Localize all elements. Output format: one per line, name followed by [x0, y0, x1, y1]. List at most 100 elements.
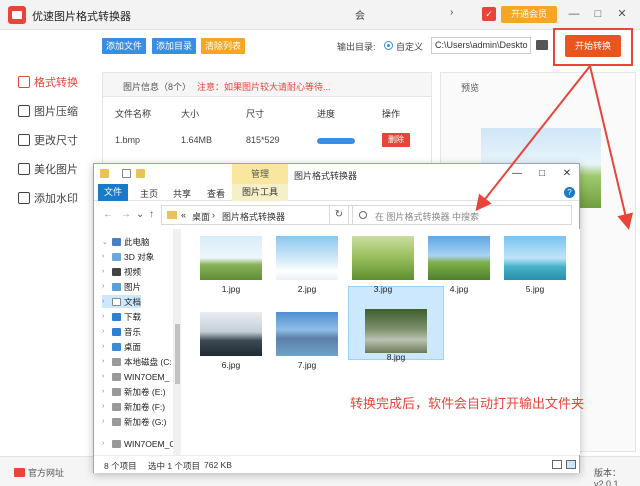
tree-item-this-pc[interactable]: ⌄ 此电脑	[102, 235, 150, 248]
clear-list-button[interactable]: 清除列表	[201, 38, 246, 54]
column-header: 操作	[382, 109, 401, 119]
tab-view[interactable]: 查看	[207, 187, 225, 200]
cube-icon	[112, 252, 121, 261]
app-logo-icon	[8, 6, 26, 24]
search-placeholder: 在 图片格式转换器 中搜索	[375, 212, 480, 222]
file-thumbnail[interactable]	[504, 236, 566, 280]
file-name[interactable]: 6.jpg	[200, 360, 262, 370]
properties-icon[interactable]	[122, 169, 131, 178]
sidebar-item-resize[interactable]: 更改尺寸	[18, 131, 78, 149]
file-thumbnail[interactable]	[352, 236, 414, 280]
tree-item-drive-e[interactable]: › 新加卷 (E:)	[102, 385, 166, 398]
delete-button[interactable]: 删除	[382, 133, 410, 147]
tree-item-video[interactable]: › 视频	[102, 265, 141, 278]
tree-item-3d[interactable]: › 3D 对象	[102, 250, 154, 263]
tree-item-music[interactable]: › 音乐	[102, 325, 141, 338]
tab-file[interactable]: 文件	[98, 184, 128, 201]
picture-icon	[112, 282, 121, 291]
info-header: 图片信息（8个） 注意：如果图片较大请耐心等待...	[103, 73, 431, 97]
breadcrumb-folder[interactable]: 图片格式转换器	[222, 210, 285, 223]
close-icon[interactable]: ✕	[560, 167, 574, 181]
file-name[interactable]: 3.jpg	[352, 284, 414, 294]
music-icon	[112, 327, 121, 336]
file-thumbnail[interactable]	[428, 236, 490, 280]
tree-scrollbar[interactable]	[174, 229, 181, 455]
address-bar[interactable]: « 桌面 › 图片格式转换器 ⌄	[161, 205, 383, 225]
file-size-cell: 1.64MB	[181, 135, 213, 145]
file-name[interactable]: 1.jpg	[200, 284, 262, 294]
file-name[interactable]: 2.jpg	[276, 284, 338, 294]
custom-radio[interactable]	[384, 41, 393, 50]
recent-chevron-icon[interactable]: ⌄	[136, 209, 144, 220]
minimize-icon[interactable]: —	[510, 167, 524, 181]
website-label: 官方网址	[28, 468, 65, 478]
tree-label: 视频	[124, 266, 142, 277]
drive-icon	[112, 357, 121, 366]
sidebar-item-format-convert[interactable]: 格式转换	[18, 73, 78, 91]
tree-item-documents[interactable]: › 文档	[102, 295, 142, 308]
add-dir-button[interactable]: 添加目录	[152, 38, 197, 54]
resize-icon	[18, 134, 30, 146]
search-icon	[359, 211, 367, 219]
forward-icon[interactable]: →	[121, 209, 131, 220]
file-name[interactable]: 5.jpg	[504, 284, 566, 294]
tree-item-desktop[interactable]: › 桌面	[102, 340, 141, 353]
add-file-button[interactable]: 添加文件	[102, 38, 147, 54]
file-name[interactable]: 4.jpg	[428, 284, 490, 294]
maximize-icon[interactable]: □	[535, 167, 549, 181]
titlebar-text: 会	[355, 11, 365, 22]
info-title: 图片信息（8个）	[123, 82, 192, 92]
sidebar-item-beautify[interactable]: 美化图片	[18, 160, 78, 178]
refresh-icon[interactable]: ↻	[329, 205, 349, 225]
tree-item-win7oem-c[interactable]: › WIN7OEM_C	[102, 437, 173, 450]
tab-home[interactable]: 主页	[140, 187, 158, 200]
explorer-titlebar: 管理 图片格式转换器 — □ ✕	[94, 164, 579, 184]
tree-item-downloads[interactable]: › 下载	[102, 310, 141, 323]
file-thumbnail[interactable]	[276, 236, 338, 280]
file-name[interactable]: 7.jpg	[276, 360, 338, 370]
scrollbar-thumb[interactable]	[175, 324, 180, 384]
titlebar-chevron-icon[interactable]: ›	[450, 7, 453, 18]
sidebar-item-watermark[interactable]: 添加水印	[18, 189, 78, 207]
file-thumbnail[interactable]	[365, 309, 427, 353]
maximize-icon[interactable]: □	[590, 6, 606, 22]
tree-item-win7oem[interactable]: › WIN7OEM_	[102, 370, 169, 383]
sidebar-item-label: 美化图片	[34, 164, 78, 176]
start-convert-button[interactable]: 开始转换	[565, 35, 621, 57]
minimize-icon[interactable]: —	[566, 6, 582, 22]
help-icon[interactable]: ?	[564, 187, 575, 198]
custom-radio-label: 自定义	[396, 42, 424, 52]
details-view-icon[interactable]	[552, 460, 562, 469]
file-thumbnail[interactable]	[200, 236, 262, 280]
badge-icon[interactable]: ✓	[482, 7, 496, 21]
navigation-tree: ⌄ 此电脑 › 3D 对象 › 视频 › 图片 › 文档 › 下载 › 音乐 › 桌面 › 本地磁…	[94, 229, 174, 455]
file-thumbnail[interactable]	[200, 312, 262, 356]
tree-item-drive-g[interactable]: › 新加卷 (G:)	[102, 415, 167, 428]
computer-icon	[112, 237, 121, 246]
tab-picture-tools[interactable]: 图片工具	[232, 184, 288, 201]
close-icon[interactable]: ✕	[614, 6, 630, 22]
document-icon	[112, 297, 121, 306]
tree-item-drive-f[interactable]: › 新加卷 (F:)	[102, 400, 165, 413]
new-folder-icon[interactable]	[136, 169, 145, 178]
tree-label: 图片	[124, 281, 142, 292]
search-box[interactable]: 在 图片格式转换器 中搜索	[352, 205, 572, 225]
selected-count: 选中 1 个项目	[148, 461, 200, 471]
sidebar-item-compress[interactable]: 图片压缩	[18, 102, 78, 120]
tab-share[interactable]: 共享	[173, 187, 191, 200]
thumbnail-view-icon[interactable]	[566, 460, 576, 469]
breadcrumb-desktop[interactable]: 桌面	[192, 210, 210, 223]
output-path-input[interactable]: C:\Users\admin\Deskto	[431, 37, 531, 54]
up-icon[interactable]: ↑	[149, 209, 154, 220]
tree-item-drive-c[interactable]: › 本地磁盘 (C:	[102, 355, 172, 368]
website-link[interactable]: 官方网址	[14, 466, 64, 479]
folder-icon[interactable]	[536, 40, 548, 50]
back-icon[interactable]: ←	[103, 209, 113, 220]
tree-item-pictures[interactable]: › 图片	[102, 280, 141, 293]
tab-manage[interactable]: 管理	[232, 164, 288, 184]
file-name[interactable]: 8.jpg	[365, 352, 427, 362]
folder-icon[interactable]	[100, 169, 109, 178]
beautify-icon	[18, 163, 30, 175]
vip-button[interactable]: 开通会员	[501, 6, 557, 23]
file-thumbnail[interactable]	[276, 312, 338, 356]
